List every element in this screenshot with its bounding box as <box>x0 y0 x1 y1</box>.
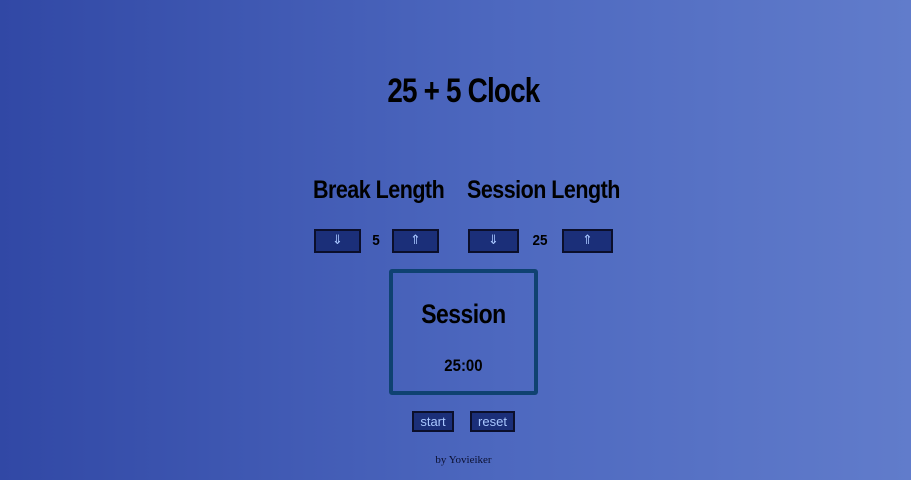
double-arrow-down-icon: ⇓ <box>332 233 343 248</box>
break-length-value: 5 <box>372 232 380 249</box>
session-increment-button[interactable]: ⇑ <box>562 229 613 253</box>
break-length-label: Break Length <box>313 176 445 204</box>
break-decrement-button[interactable]: ⇓ <box>314 229 361 253</box>
session-decrement-button[interactable]: ⇓ <box>468 229 519 253</box>
author-credit: by Yovieiker <box>435 454 492 466</box>
session-length-label: Session Length <box>467 176 620 204</box>
timer-label: Session <box>421 299 506 329</box>
time-left: 25:00 <box>444 356 483 375</box>
timer-display: Session 25:00 <box>389 269 538 395</box>
reset-button[interactable]: reset <box>470 411 515 432</box>
page-title: 25 + 5 Clock <box>387 72 540 110</box>
start-button[interactable]: start <box>412 411 454 432</box>
double-arrow-down-icon: ⇓ <box>488 233 499 248</box>
double-arrow-up-icon: ⇑ <box>582 233 593 248</box>
double-arrow-up-icon: ⇑ <box>410 233 421 248</box>
session-length-value: 25 <box>532 232 548 249</box>
break-increment-button[interactable]: ⇑ <box>392 229 439 253</box>
